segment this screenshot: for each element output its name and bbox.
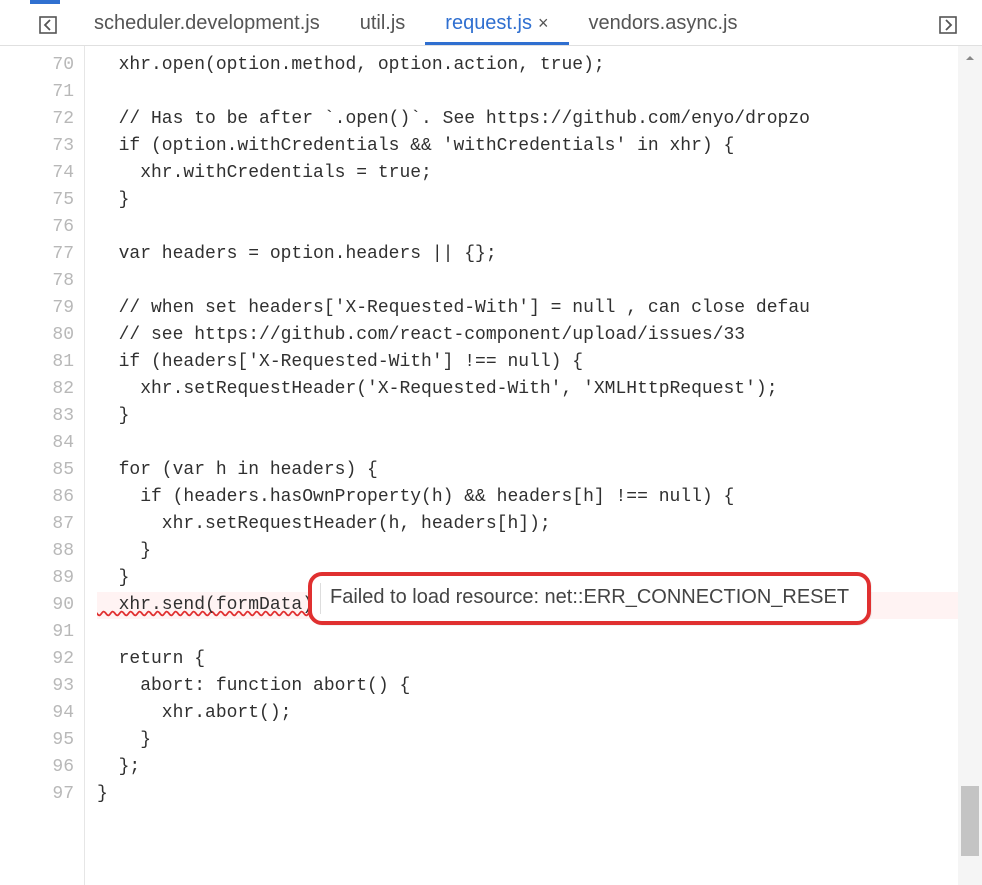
nav-left-icon (38, 15, 58, 35)
line-number: 80 (28, 322, 74, 349)
line-number: 97 (28, 781, 74, 808)
line-number: 71 (28, 79, 74, 106)
line-number: 83 (28, 403, 74, 430)
tabs-scroll-left-button[interactable] (34, 11, 62, 39)
line-number: 77 (28, 241, 74, 268)
code-line: } (97, 538, 982, 565)
scroll-up-button[interactable] (958, 46, 982, 70)
code-line: if (option.withCredentials && 'withCrede… (97, 133, 982, 160)
line-number: 75 (28, 187, 74, 214)
line-number: 84 (28, 430, 74, 457)
code-line: xhr.open(option.method, option.action, t… (97, 52, 982, 79)
code-editor[interactable]: 7071727374757677787980818283848586878889… (28, 46, 982, 885)
code-line: xhr.setRequestHeader(h, headers[h]); (97, 511, 982, 538)
code-line: if (headers.hasOwnProperty(h) && headers… (97, 484, 982, 511)
code-line: // Has to be after `.open()`. See https:… (97, 106, 982, 133)
tab-scheduler-development-js[interactable]: scheduler.development.js (74, 4, 340, 45)
tab-label: util.js (360, 12, 406, 34)
line-number: 86 (28, 484, 74, 511)
tab-label: request.js (445, 12, 532, 34)
nav-right-icon (938, 15, 958, 35)
line-number: 85 (28, 457, 74, 484)
tab-request-js[interactable]: request.js × (425, 4, 568, 45)
scroll-up-icon (964, 52, 976, 64)
tab-label: vendors.async.js (589, 12, 738, 34)
error-squiggle: xhr.send(formData); (97, 595, 324, 615)
code-line: xhr.abort(); (97, 700, 982, 727)
scrollbar-thumb[interactable] (961, 786, 979, 856)
line-number: 88 (28, 538, 74, 565)
code-line: xhr.setRequestHeader('X-Requested-With',… (97, 376, 982, 403)
line-number: 96 (28, 754, 74, 781)
code-line: abort: function abort() { (97, 673, 982, 700)
tabs-scroll-right-button[interactable] (934, 11, 962, 39)
tab-util-js[interactable]: util.js (340, 4, 426, 45)
line-number: 73 (28, 133, 74, 160)
line-number: 91 (28, 619, 74, 646)
line-number: 78 (28, 268, 74, 295)
code-line (97, 79, 982, 106)
line-number: 76 (28, 214, 74, 241)
code-line: for (var h in headers) { (97, 457, 982, 484)
line-number: 72 (28, 106, 74, 133)
code-line: // when set headers['X-Requested-With'] … (97, 295, 982, 322)
code-line: } (97, 727, 982, 754)
code-line (97, 268, 982, 295)
line-number: 90 (28, 592, 74, 619)
code-content[interactable]: xhr.open(option.method, option.action, t… (85, 46, 982, 885)
code-line: // see https://github.com/react-componen… (97, 322, 982, 349)
line-number: 87 (28, 511, 74, 538)
line-number: 82 (28, 376, 74, 403)
tab-bar: scheduler.development.js util.js request.j… (0, 4, 982, 46)
vertical-scrollbar[interactable] (958, 46, 982, 885)
error-tooltip: Failed to load resource: net::ERR_CONNEC… (308, 572, 871, 625)
code-line (97, 214, 982, 241)
code-line: } (97, 187, 982, 214)
line-number: 92 (28, 646, 74, 673)
code-line: if (headers['X-Requested-With'] !== null… (97, 349, 982, 376)
line-number: 70 (28, 52, 74, 79)
line-number: 94 (28, 700, 74, 727)
line-number: 89 (28, 565, 74, 592)
line-number: 81 (28, 349, 74, 376)
tab-label: scheduler.development.js (94, 12, 320, 34)
code-line: } (97, 781, 982, 808)
error-tooltip-text: Failed to load resource: net::ERR_CONNEC… (330, 586, 849, 608)
code-line: return { (97, 646, 982, 673)
line-number-gutter: 7071727374757677787980818283848586878889… (28, 46, 84, 885)
code-line: } (97, 403, 982, 430)
code-line: }; (97, 754, 982, 781)
line-number: 93 (28, 673, 74, 700)
line-number: 95 (28, 727, 74, 754)
line-number: 79 (28, 295, 74, 322)
code-line: xhr.withCredentials = true; (97, 160, 982, 187)
tooltip-inner-border (320, 583, 321, 614)
tab-vendors-async-js[interactable]: vendors.async.js (569, 4, 758, 45)
line-number: 74 (28, 160, 74, 187)
code-line (97, 430, 982, 457)
close-tab-icon[interactable]: × (538, 13, 549, 33)
code-line: var headers = option.headers || {}; (97, 241, 982, 268)
